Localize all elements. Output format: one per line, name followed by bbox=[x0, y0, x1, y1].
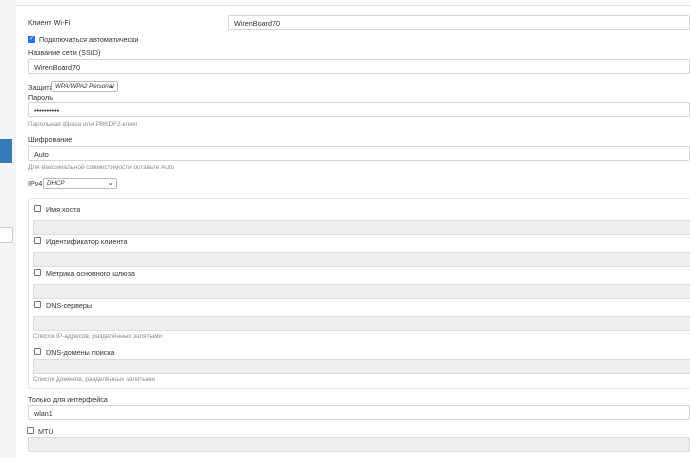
cipher-input[interactable]: Auto bbox=[28, 146, 690, 161]
password-hint: Парольная фраза или PBKDF2-ключ bbox=[28, 121, 138, 128]
dns-servers-label: DNS-серверы bbox=[46, 301, 93, 310]
dns-search-label: DNS-домены поиска bbox=[46, 348, 115, 357]
password-input[interactable]: •••••••••• bbox=[28, 102, 690, 117]
mtu-checkbox[interactable] bbox=[27, 427, 34, 434]
side-input[interactable] bbox=[0, 227, 13, 243]
hostname-checkbox[interactable] bbox=[34, 205, 41, 212]
security-select-value: WPA/WPA2 Personal bbox=[55, 83, 114, 90]
side-accent-button[interactable] bbox=[0, 139, 12, 163]
dhcp-options-group: Имя хоста Идентификатор клиента Метрика … bbox=[28, 198, 690, 389]
ipv4-label: IPv4 bbox=[28, 179, 43, 188]
connection-name-input[interactable]: WirenBoard70 bbox=[228, 15, 690, 30]
mtu-label: MTU bbox=[38, 427, 54, 436]
dns-servers-input[interactable] bbox=[33, 316, 690, 331]
dns-search-input[interactable] bbox=[33, 359, 690, 374]
gateway-metric-checkbox[interactable] bbox=[34, 269, 41, 276]
connection-type-label: Клиент Wi-Fi bbox=[28, 18, 71, 27]
gateway-metric-input[interactable] bbox=[33, 284, 690, 299]
client-id-input[interactable] bbox=[33, 252, 690, 267]
ssid-label: Название сети (SSID) bbox=[28, 48, 101, 57]
ssid-input[interactable]: WirenBoard70 bbox=[28, 59, 690, 74]
dns-search-checkbox[interactable] bbox=[34, 348, 41, 355]
password-label: Пароль bbox=[28, 93, 53, 102]
gateway-metric-label: Метрика основного шлюза bbox=[46, 269, 135, 278]
autoconnect-label: Подключаться автоматически bbox=[39, 35, 139, 44]
dns-search-hint: Список доменов, разделённых запятыми bbox=[33, 376, 155, 383]
ipv4-select-value: DHCP bbox=[47, 180, 65, 187]
chevron-down-icon: ⌄ bbox=[107, 178, 114, 187]
client-id-checkbox[interactable] bbox=[34, 237, 41, 244]
chevron-down-icon: ⌄ bbox=[108, 81, 115, 90]
check-icon: ✓ bbox=[29, 36, 35, 42]
left-panel bbox=[0, 0, 16, 458]
autoconnect-checkbox[interactable]: ✓ bbox=[28, 36, 35, 43]
cipher-label: Шифрование bbox=[28, 135, 73, 144]
dns-servers-checkbox[interactable] bbox=[34, 301, 41, 308]
security-select[interactable]: WPA/WPA2 Personal ⌄ bbox=[51, 81, 118, 92]
client-id-label: Идентификатор клиента bbox=[46, 237, 128, 246]
mtu-input[interactable] bbox=[28, 437, 690, 452]
dns-servers-hint: Список IP-адресов, разделённых запятыми bbox=[33, 333, 163, 340]
cipher-hint: Для максимальной совместимости оставьте … bbox=[28, 164, 175, 171]
hostname-label: Имя хоста bbox=[46, 205, 81, 214]
security-label: Защита bbox=[28, 83, 54, 92]
ipv4-select[interactable]: DHCP ⌄ bbox=[43, 178, 117, 189]
wifi-client-form: Клиент Wi-Fi WirenBoard70 ✓ Подключаться… bbox=[16, 6, 690, 458]
hostname-input[interactable] bbox=[33, 220, 690, 235]
interface-input[interactable]: wlan1 bbox=[28, 405, 690, 420]
interface-label: Только для интерфейса bbox=[28, 395, 108, 404]
